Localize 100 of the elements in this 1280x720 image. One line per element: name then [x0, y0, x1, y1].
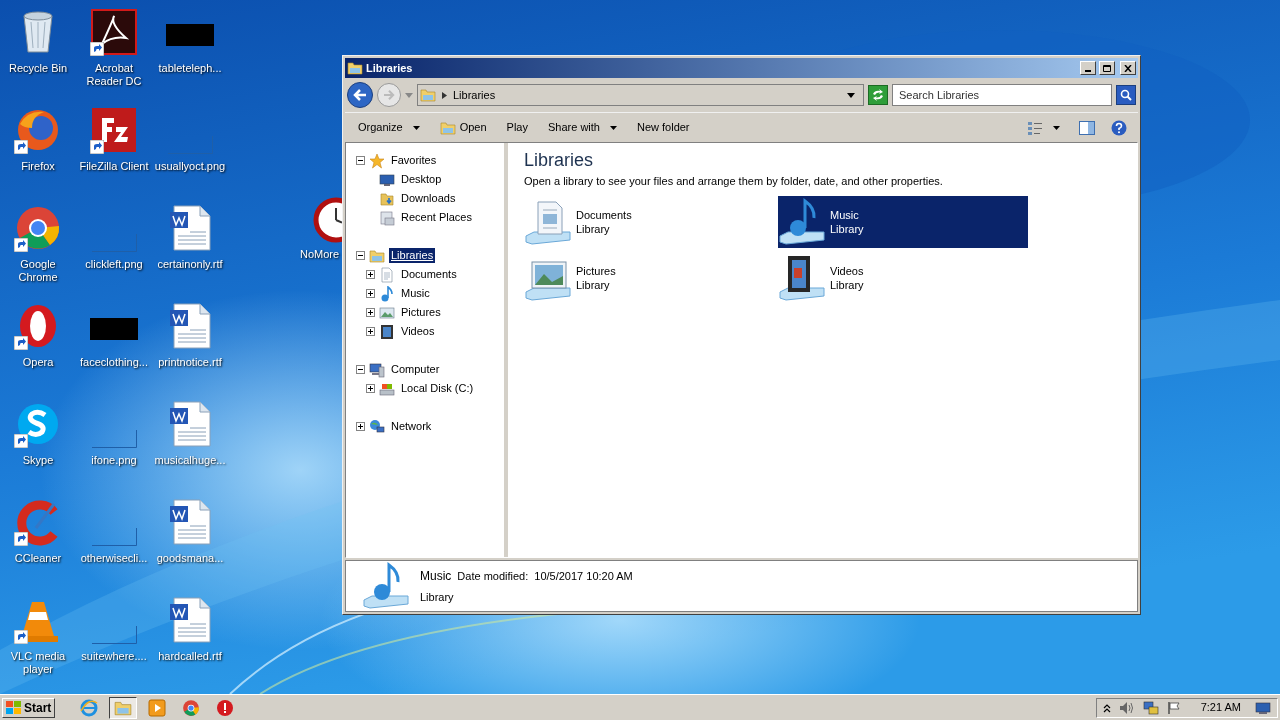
maximize-button[interactable]: [1099, 61, 1115, 75]
folder-icon: [420, 87, 436, 103]
desktop-icon[interactable]: clickleft.png: [76, 196, 152, 294]
desktop-icon-label: CCleaner: [13, 552, 63, 565]
library-item[interactable]: Music Library: [778, 196, 1028, 248]
desktop-icon[interactable]: Firefox: [0, 98, 76, 196]
address-bar[interactable]: Libraries: [417, 84, 864, 106]
chevron-up-icon[interactable]: [1102, 702, 1111, 713]
back-button[interactable]: [347, 82, 373, 108]
document-library-icon: [524, 198, 572, 246]
expand-toggle[interactable]: [366, 384, 375, 393]
monitor-icon: [379, 171, 395, 188]
toolbar-button[interactable]: New folder: [631, 116, 695, 139]
desktop-icon-label: VLC media player: [9, 650, 67, 676]
library-type: Library: [830, 278, 864, 292]
toolbar-button[interactable]: Play: [501, 116, 533, 139]
desktop-icon[interactable]: Google Chrome: [0, 196, 76, 294]
details-name: Music: [420, 567, 452, 585]
desktop-icon-label: goodsmana...: [155, 552, 225, 565]
document-icon: [379, 266, 395, 283]
expand-toggle[interactable]: [366, 327, 375, 336]
desktop-icon-label: Acrobat Reader DC: [85, 62, 143, 88]
collapse-toggle[interactable]: [356, 365, 365, 374]
desktop-icon-label: certainonly.rtf: [156, 258, 224, 271]
dropdown-caret-icon: [412, 125, 420, 130]
refresh-button[interactable]: [868, 85, 888, 105]
network-icon[interactable]: [1142, 700, 1159, 715]
nav-item[interactable]: Network: [389, 419, 434, 434]
expand-toggle[interactable]: [366, 289, 375, 298]
dropdown-caret-icon: [609, 125, 617, 130]
nav-item[interactable]: Local Disk (C:): [399, 381, 476, 396]
folder-icon: [347, 60, 363, 76]
start-button[interactable]: Start: [2, 697, 56, 718]
minus-icon: [357, 157, 364, 164]
browser-icon: [80, 698, 99, 717]
clock[interactable]: 7:21 AM: [1200, 699, 1241, 716]
minimize-button[interactable]: [1080, 61, 1096, 75]
plus-icon: [367, 328, 374, 335]
desktop-icon-label: suitewhere....: [80, 650, 148, 663]
library-item[interactable]: Videos Library: [778, 252, 1028, 304]
refresh-icon: [871, 89, 885, 101]
nav-item[interactable]: Pictures: [399, 305, 443, 320]
plus-icon: [367, 385, 374, 392]
desktop-icon[interactable]: certainonly.rtf: [152, 196, 228, 294]
globe-icon: [369, 418, 385, 435]
desktop-icon[interactable]: FileZilla Client: [76, 98, 152, 196]
windows-logo-icon: [6, 700, 22, 715]
toolbar-button[interactable]: Organize: [353, 116, 425, 139]
desktop-icon[interactable]: usuallyoct.png: [152, 98, 228, 196]
plus-icon: [367, 271, 374, 278]
details-view-icon: [1027, 120, 1043, 135]
desktop-icon[interactable]: Recycle Bin: [0, 0, 76, 98]
expand-toggle[interactable]: [356, 422, 365, 431]
library-item[interactable]: Pictures Library: [524, 252, 774, 304]
plus-icon: [367, 290, 374, 297]
expand-toggle[interactable]: [366, 270, 375, 279]
close-button[interactable]: [1120, 61, 1136, 75]
nav-item[interactable]: Recent Places: [399, 210, 474, 225]
toolbar-button[interactable]: Open: [434, 116, 492, 139]
desktop-icon[interactable]: CCleaner: [0, 490, 76, 588]
media-player-icon: [148, 698, 167, 717]
nav-item[interactable]: Favorites: [389, 153, 439, 168]
collapse-toggle[interactable]: [356, 156, 365, 165]
search-icon: [1120, 89, 1132, 101]
music-note-library-icon: [778, 198, 826, 246]
expand-toggle[interactable]: [366, 308, 375, 317]
desktop-icon[interactable]: Acrobat Reader DC: [76, 0, 152, 98]
desktop-icon[interactable]: faceclothing...: [76, 294, 152, 392]
address-crumb[interactable]: Libraries: [453, 86, 841, 104]
desktop-icon[interactable]: Opera: [0, 294, 76, 392]
nav-item[interactable]: Documents: [399, 267, 459, 282]
collapse-toggle[interactable]: [356, 251, 365, 260]
image-file-icon: [90, 234, 138, 252]
nav-item[interactable]: Downloads: [399, 191, 458, 206]
show-desktop-icon[interactable]: [1255, 700, 1271, 715]
speaker-icon[interactable]: [1118, 700, 1135, 715]
nav-item[interactable]: Music: [399, 286, 432, 301]
date-modified-value: 10/5/2017 10:20 AM: [534, 568, 633, 584]
nav-item[interactable]: Computer: [389, 362, 442, 377]
desktop-icon[interactable]: Skype: [0, 392, 76, 490]
library-item[interactable]: Documents Library: [524, 196, 774, 248]
nav-item[interactable]: Videos: [399, 324, 437, 339]
desktop-icon-label: otherwisecli...: [79, 552, 149, 565]
desktop-icon[interactable]: printnotice.rtf: [152, 294, 228, 392]
desktop-icon-label: printnotice.rtf: [157, 356, 223, 369]
content-heading: Libraries: [524, 149, 595, 171]
desktop-icon-label: clickleft.png: [84, 258, 144, 271]
search-button[interactable]: [1116, 85, 1136, 105]
toolbar-button[interactable]: Share with: [542, 116, 622, 139]
desktop-icon-label: Firefox: [20, 160, 56, 173]
music-note-icon: [379, 285, 395, 302]
dropdown-caret-icon: [847, 92, 855, 98]
flag-icon[interactable]: [1166, 700, 1181, 715]
taskbar-app[interactable]: [109, 696, 138, 719]
library-type: Library: [576, 278, 611, 292]
search-field[interactable]: Search Libraries: [892, 84, 1112, 106]
nav-item[interactable]: Desktop: [399, 172, 444, 187]
desktop-icon[interactable]: tableteleph...: [152, 0, 228, 98]
nav-item[interactable]: Libraries: [389, 248, 436, 263]
library-name: Music: [830, 208, 860, 222]
